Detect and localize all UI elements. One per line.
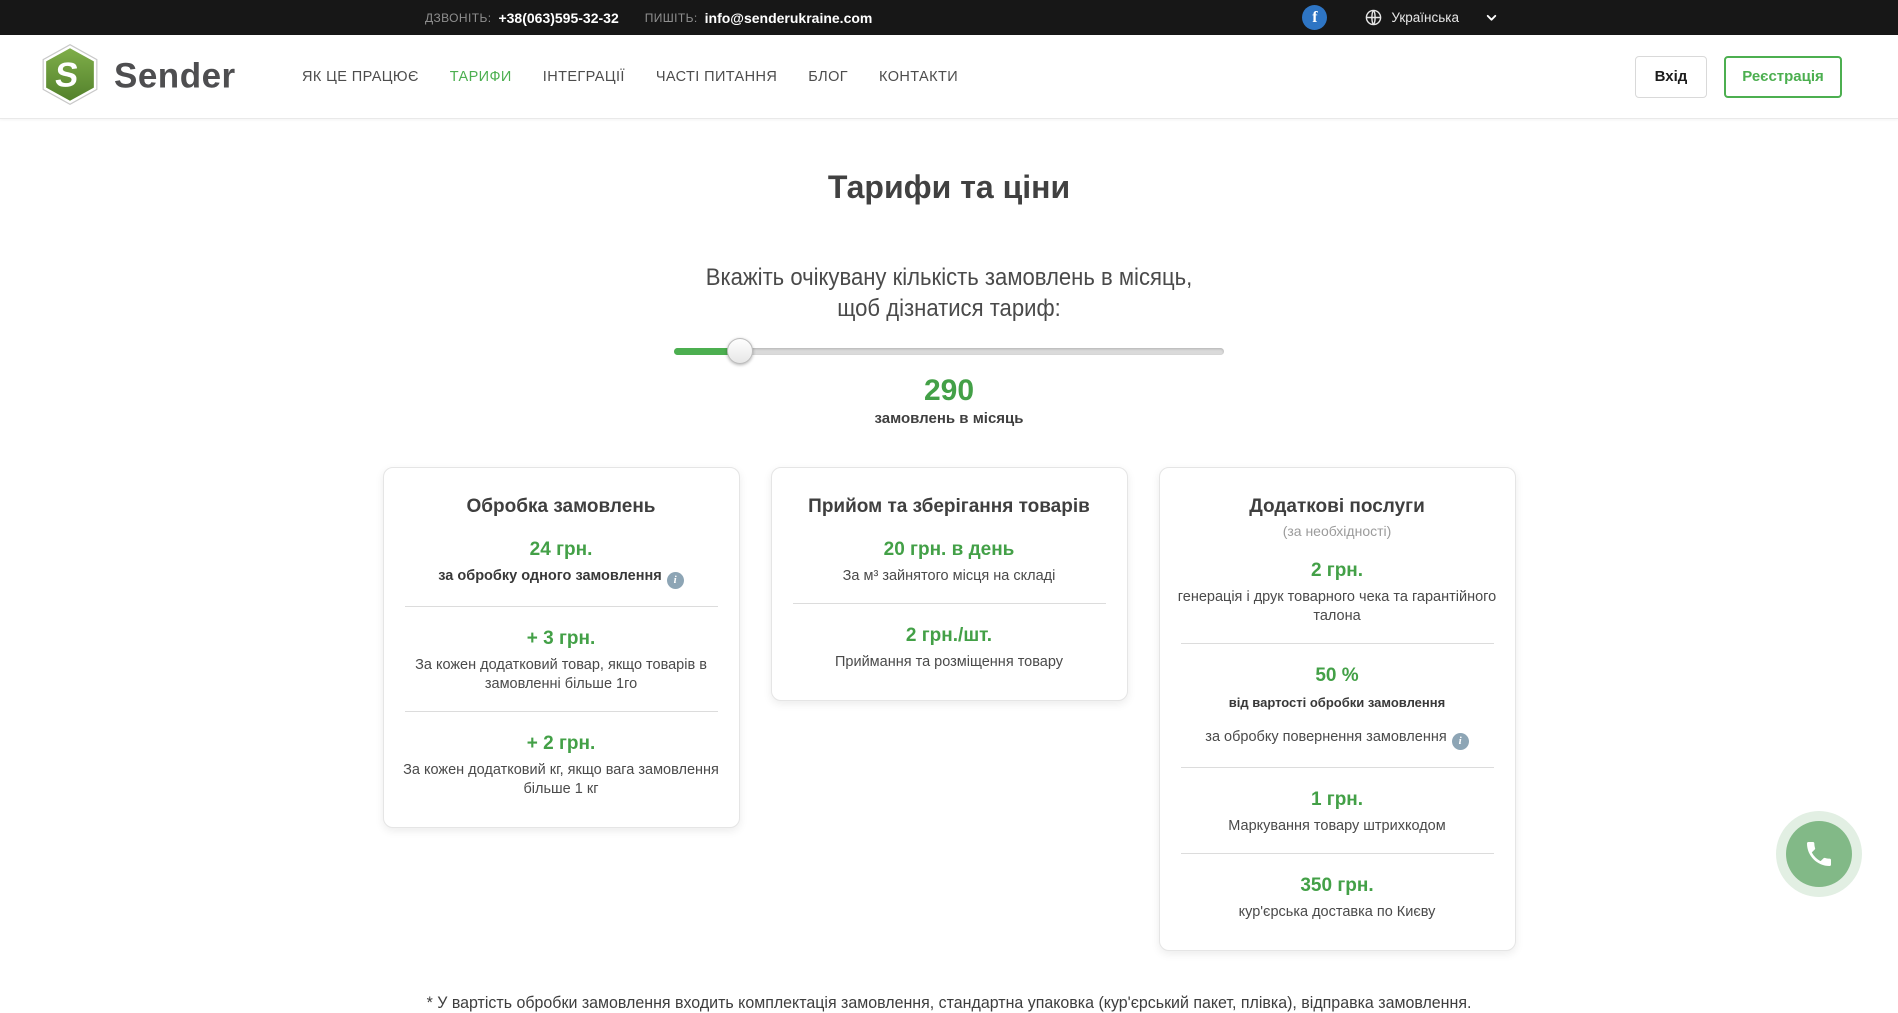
slider-handle[interactable] [727,338,753,364]
orders-slider [674,338,1224,364]
register-button[interactable]: Реєстрація [1724,56,1842,98]
orders-value: 290 [0,374,1898,408]
sender-logo-icon: S [40,43,100,110]
price: + 2 грн. [402,733,721,755]
card-subtitle: (за необхідності) [1178,523,1497,539]
nav-item-blog[interactable]: БЛОГ [808,69,848,85]
chevron-down-icon[interactable] [1485,11,1498,24]
main-nav: ЯК ЦЕ ПРАЦЮЄ ТАРИФИ ІНТЕГРАЦІЇ ЧАСТІ ПИТ… [302,69,958,85]
price-description: за обробку одного замовлення [402,567,721,589]
divider [793,603,1106,604]
email-link[interactable]: info@senderukraine.com [705,10,873,26]
topbar: ДЗВОНІТЬ: +38(063)595-32-32 ПИШІТЬ: info… [0,0,1898,35]
price-description-bold: від вартості обробки замовлення [1178,695,1497,710]
price-description: Маркування товару штрихкодом [1178,817,1497,836]
price-description: за обробку повернення замовлення [1178,729,1497,750]
price-description: генерація і друк товарного чека та гаран… [1178,588,1497,626]
price-description: За м³ зайнятого місця на складі [790,567,1109,586]
slider-prompt-line1: Вкажіть очікувану кількість замовлень в … [76,262,1822,293]
nav-item-integrations[interactable]: ІНТЕГРАЦІЇ [543,69,625,85]
nav-item-tariffs[interactable]: ТАРИФИ [450,69,512,85]
header: S Sender ЯК ЦЕ ПРАЦЮЄ ТАРИФИ ІНТЕГРАЦІЇ … [0,35,1898,119]
price: 350 грн. [1178,875,1497,897]
price: + 3 грн. [402,628,721,650]
card-order-processing: Обробка замовлень 24 грн. за обробку одн… [383,467,740,828]
price-description: Приймання та розміщення товару [790,653,1109,672]
login-button[interactable]: Вхід [1635,56,1707,98]
info-icon[interactable] [1452,733,1469,750]
card-title: Прийом та зберігання товарів [790,496,1109,518]
nav-item-faq[interactable]: ЧАСТІ ПИТАННЯ [656,69,777,85]
slider-prompt-line2: щоб дізнатися тариф: [76,293,1822,324]
topbar-right: Українська [1302,0,1498,35]
price: 20 грн. в день [790,539,1109,561]
pricing-footnote: * У вартість обробки замовлення входить … [57,993,1841,1013]
price: 50 % [1178,665,1497,687]
card-title: Додаткові послуги [1178,496,1497,518]
price-description: За кожен додатковий кг, якщо вага замовл… [402,761,721,799]
slider-track[interactable] [674,348,1224,355]
card-receiving-storage: Прийом та зберігання товарів 20 грн. в д… [771,467,1128,701]
call-widget-button[interactable] [1776,811,1862,897]
price-description: За кожен додатковий товар, якщо товарів … [402,656,721,694]
card-title: Обробка замовлень [402,496,721,518]
price-description: кур'єрська доставка по Києву [1178,903,1497,922]
topbar-contacts: ДЗВОНІТЬ: +38(063)595-32-32 ПИШІТЬ: info… [425,0,872,35]
info-icon[interactable] [667,572,684,589]
divider [1181,643,1494,644]
header-buttons: Вхід Реєстрація [1635,56,1842,98]
divider [405,711,718,712]
pricing-cards: Обробка замовлень 24 грн. за обробку одн… [0,467,1898,951]
price: 2 грн./шт. [790,625,1109,647]
language-selector[interactable]: Українська [1391,10,1459,25]
svg-text:S: S [53,56,80,94]
card-additional-services: Додаткові послуги (за необхідності) 2 гр… [1159,467,1516,951]
phone-number[interactable]: +38(063)595-32-32 [498,10,618,26]
write-label: ПИШІТЬ: [645,11,698,25]
slider-prompt: Вкажіть очікувану кількість замовлень в … [76,262,1822,324]
price: 24 грн. [402,539,721,561]
divider [1181,853,1494,854]
divider [1181,767,1494,768]
nav-item-contacts[interactable]: КОНТАКТИ [879,69,958,85]
brand-name: Sender [114,57,236,97]
facebook-icon[interactable] [1302,5,1327,30]
page-title: Тарифи та ціни [0,169,1898,206]
globe-icon [1365,9,1382,26]
nav-item-how-it-works[interactable]: ЯК ЦЕ ПРАЦЮЄ [302,69,419,85]
orders-value-label: замовлень в місяць [0,410,1898,427]
price: 2 грн. [1178,560,1497,582]
logo[interactable]: S Sender [40,43,236,110]
price: 1 грн. [1178,789,1497,811]
call-label: ДЗВОНІТЬ: [425,11,491,25]
phone-icon [1786,821,1852,887]
divider [405,606,718,607]
